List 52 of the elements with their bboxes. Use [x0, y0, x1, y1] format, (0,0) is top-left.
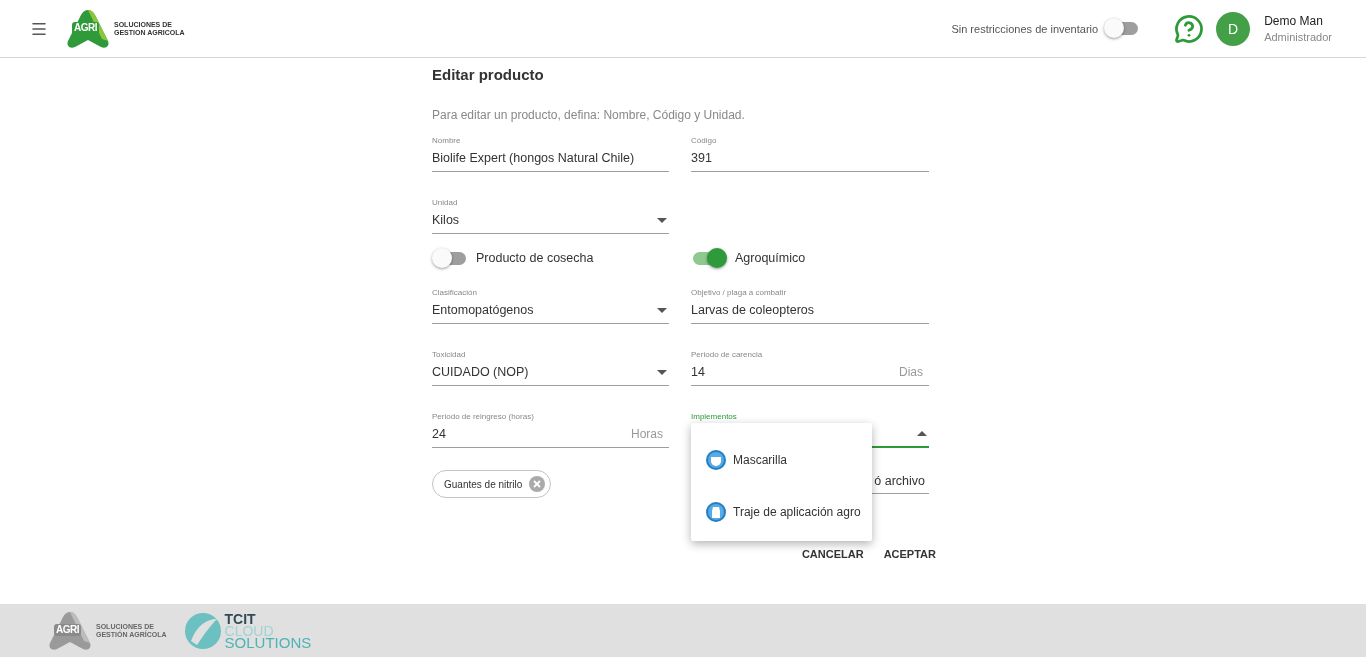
select-field[interactable]: Unidad Kilos: [432, 198, 669, 234]
file-field[interactable]: ó archivo: [691, 468, 929, 494]
field-label: Unidad: [432, 198, 459, 207]
field-label: Periodo de carencia: [691, 350, 764, 359]
remove-icon[interactable]: [528, 475, 547, 493]
form-hint: Para editar un producto, defina: Nombre, Código y Unidad.: [432, 108, 746, 122]
field-label: Código: [691, 136, 718, 145]
caret-icon: [657, 369, 667, 375]
mask-icon: [705, 449, 727, 471]
field-label: Toxicidad: [432, 350, 467, 359]
field-label: Implementos: [691, 412, 738, 421]
input-field[interactable]: Nombre Biolife Expert (hongos Natural Chile): [432, 136, 669, 172]
field-value: Larvas de coleopteros: [691, 303, 814, 317]
leaf-logo-icon: [182, 610, 223, 651]
caret-icon: [657, 217, 667, 223]
field-label: Objetivo / plaga a combatir: [691, 288, 788, 297]
field-value: Entomopatógenos: [432, 303, 534, 317]
toggle-switch[interactable]: [693, 251, 725, 265]
caret-icon: [917, 430, 927, 436]
user-role: Administrador: [1264, 31, 1332, 43]
menu-item[interactable]: Mascarilla: [691, 449, 872, 471]
toggle-label: Sin restricciones de inventario: [951, 22, 1099, 35]
toggle-switch[interactable]: [434, 251, 466, 265]
menu-item[interactable]: Traje de aplicación agro: [691, 501, 872, 523]
tcit-logo-text: TCIT CLOUD SOLUTIONS: [224, 612, 312, 649]
input-field[interactable]: Código 391: [691, 136, 929, 172]
help-icon[interactable]: [1174, 13, 1205, 44]
field-suffix: Horas: [631, 427, 663, 441]
input-field[interactable]: Objetivo / plaga a combatir Larvas de coleopteros: [691, 288, 929, 324]
caret-icon: [657, 307, 667, 313]
field-label: Clasificación: [432, 288, 478, 297]
field-value: 391: [691, 151, 712, 165]
field-label: Nombre: [432, 136, 462, 145]
field-value: 14: [691, 365, 705, 379]
field-value: Kilos: [432, 213, 460, 227]
input-field[interactable]: Periodo de carencia 14 Dias: [691, 350, 929, 386]
user-name: Demo Man: [1264, 14, 1324, 28]
dialog-button[interactable]: ACEPTAR: [883, 544, 936, 564]
field-value: Biolife Expert (hongos Natural Chile): [432, 151, 635, 165]
select-field[interactable]: Clasificación Entomopatógenos: [432, 288, 669, 324]
chip-label: Guantes de nitrilo: [444, 478, 523, 490]
switch-label: Producto de cosecha: [476, 251, 594, 265]
dialog-button[interactable]: CANCELAR: [801, 544, 864, 564]
field-label: Periodo de reingreso (horas): [432, 412, 535, 421]
select-field[interactable]: Toxicidad CUIDADO (NOP): [432, 350, 669, 386]
field-suffix: Dias: [899, 365, 923, 379]
field-value: CUIDADO (NOP): [432, 365, 529, 379]
input-field[interactable]: Periodo de reingreso (horas) 24 Horas: [432, 412, 669, 448]
form-title: Editar producto: [432, 66, 545, 85]
suit-icon: [705, 501, 727, 523]
field-value: 24: [432, 427, 446, 441]
switch-label: Agroquímico: [735, 251, 806, 265]
